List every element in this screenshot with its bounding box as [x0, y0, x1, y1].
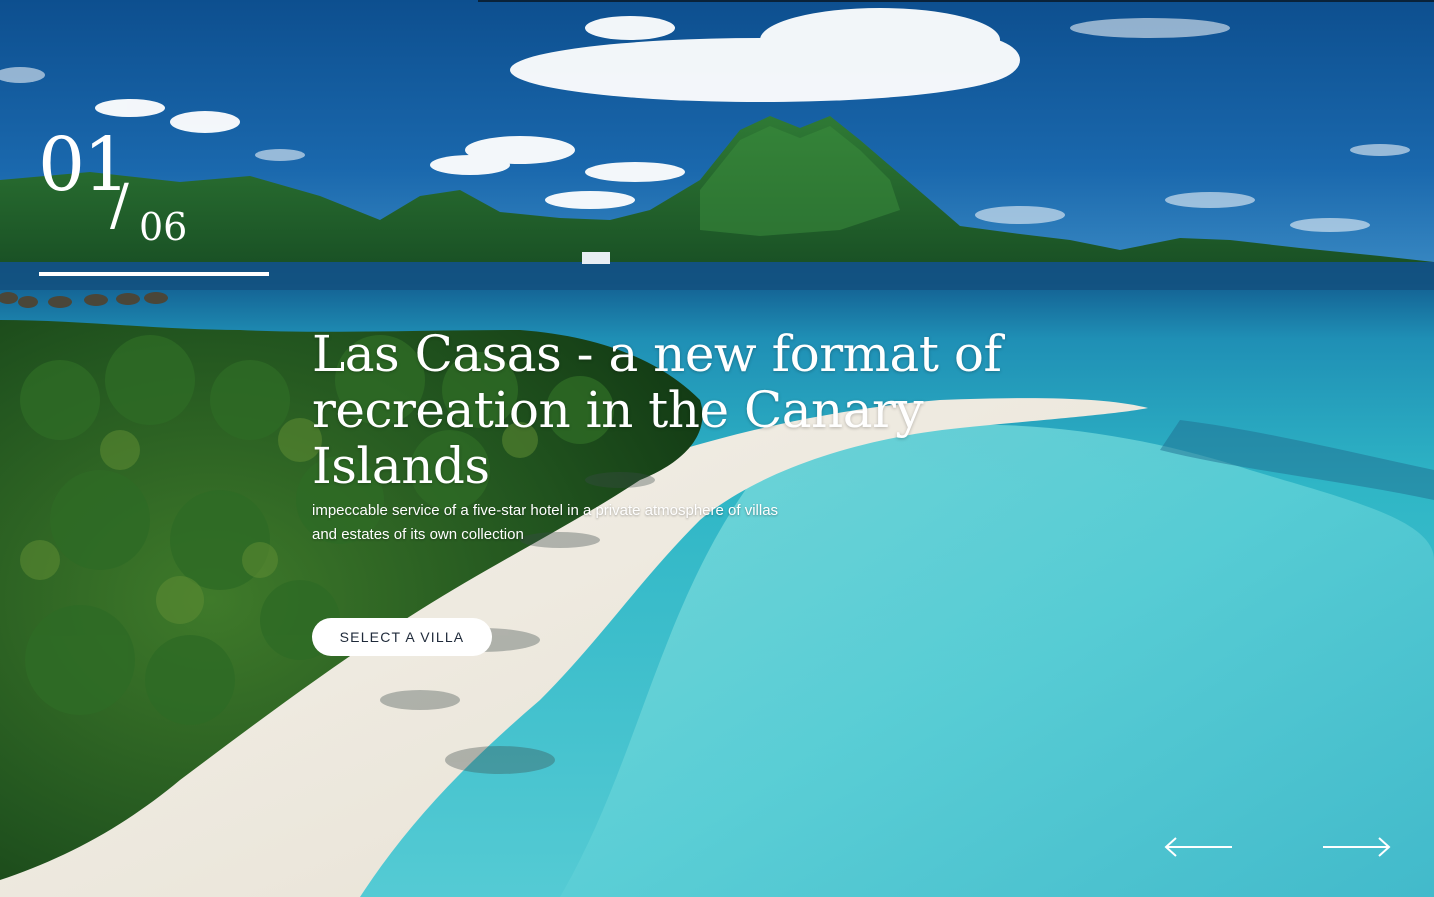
- hero-subtitle: impeccable service of a five-star hotel …: [312, 502, 779, 543]
- previous-slide-button[interactable]: [1162, 830, 1234, 864]
- arrow-right-icon: [1323, 837, 1391, 857]
- hero-headline: Las Casas - a new format of recreation i…: [312, 325, 1002, 495]
- hero-slider: 01 / 06 Las Casas - a new format of recr…: [0, 0, 1434, 897]
- select-villa-button[interactable]: SELECT A VILLA: [312, 618, 492, 656]
- slide-counter-separator: /: [110, 173, 129, 238]
- slide-counter-total: 06: [139, 205, 188, 249]
- arrow-left-icon: [1164, 837, 1232, 857]
- next-slide-button[interactable]: [1321, 830, 1393, 864]
- top-strip: [478, 0, 1434, 2]
- slide-progress-bar: [39, 272, 269, 276]
